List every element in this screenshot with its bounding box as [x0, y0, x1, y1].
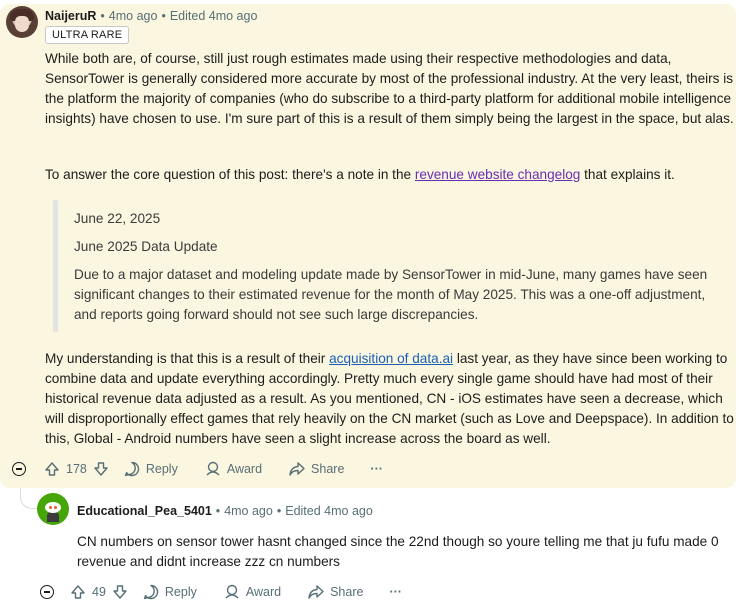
- award-button[interactable]: Award: [223, 583, 281, 601]
- vote-count: 49: [92, 585, 106, 599]
- separator-dot: •: [100, 9, 105, 23]
- comment-thread: NaijeruR • 4mo ago • Edited 4mo ago ULTRA RA…: [0, 0, 740, 608]
- downvote-icon[interactable]: [93, 461, 109, 477]
- vote-count: 178: [66, 462, 87, 476]
- award-icon: [225, 584, 239, 599]
- more-icon[interactable]: ···: [389, 585, 402, 599]
- more-icon[interactable]: ···: [370, 462, 383, 476]
- share-button[interactable]: Share: [288, 460, 344, 478]
- blockquote-bar: [53, 200, 58, 332]
- username[interactable]: NaijeruR: [45, 9, 96, 23]
- avatar[interactable]: [6, 6, 38, 38]
- reply-icon: [143, 584, 159, 600]
- comment-paragraph: To answer the core question of this post…: [45, 167, 675, 182]
- thread-line: [20, 488, 37, 509]
- username[interactable]: Educational_Pea_5401: [77, 504, 212, 518]
- award-label: Award: [245, 585, 282, 599]
- award-icon: [206, 461, 220, 476]
- collapse-icon[interactable]: [12, 462, 26, 476]
- comment-actions: 178 Reply Award Share ···: [12, 457, 383, 481]
- quote-date: June 22, 2025: [74, 211, 161, 226]
- share-label: Share: [330, 585, 364, 599]
- upvote-icon[interactable]: [44, 461, 60, 477]
- downvote-icon[interactable]: [112, 584, 128, 600]
- share-button[interactable]: Share: [307, 583, 363, 601]
- comment-meta: NaijeruR • 4mo ago • Edited 4mo ago: [45, 9, 257, 23]
- separator-dot: •: [215, 504, 221, 518]
- timestamp[interactable]: 4mo ago: [109, 9, 158, 23]
- upvote-icon[interactable]: [70, 584, 86, 600]
- quote-body: Due to a major dataset and modeling upda…: [74, 267, 708, 322]
- avatar[interactable]: [37, 493, 69, 525]
- award-button[interactable]: Award: [204, 460, 262, 478]
- edited-label: Edited 4mo ago: [285, 504, 373, 518]
- share-icon: [308, 585, 324, 599]
- reply-label: Reply: [145, 462, 178, 476]
- separator-dot: •: [276, 504, 282, 518]
- quote-title: June 2025 Data Update: [74, 239, 218, 254]
- changelog-link[interactable]: revenue website changelog: [415, 167, 581, 182]
- collapse-icon[interactable]: [40, 585, 54, 599]
- reply-button[interactable]: Reply: [142, 583, 197, 601]
- reply-button[interactable]: Reply: [123, 460, 178, 478]
- reply-text: CN numbers on sensor tower hasnt changed…: [77, 534, 719, 569]
- acquisition-link[interactable]: acquisition of data.ai: [329, 351, 453, 366]
- reply-actions: 49 Reply Award Share ···: [40, 580, 402, 604]
- user-flair: ULTRA RARE: [45, 26, 130, 44]
- edited-label: Edited 4mo ago: [169, 9, 258, 23]
- reply-label: Reply: [164, 585, 197, 599]
- comment-paragraph: My understanding is that this is a resul…: [45, 351, 734, 446]
- share-icon: [289, 462, 305, 476]
- reply-meta: Educational_Pea_5401 • 4mo ago • Edited 4mo …: [77, 504, 373, 518]
- comment-paragraph: While both are, of course, still just ro…: [45, 51, 734, 126]
- award-label: Award: [226, 462, 263, 476]
- separator-dot: •: [161, 9, 166, 23]
- timestamp[interactable]: 4mo ago: [224, 504, 273, 518]
- share-label: Share: [311, 462, 345, 476]
- reply-icon: [124, 461, 140, 477]
